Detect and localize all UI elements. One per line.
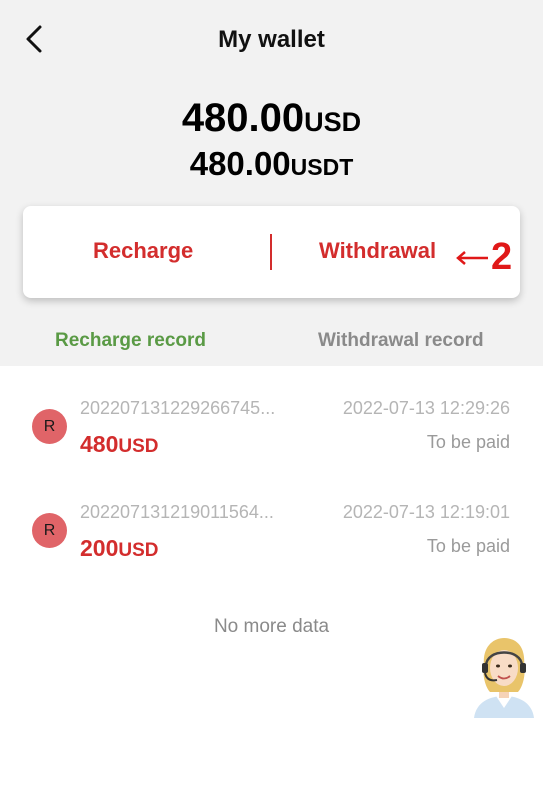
page-title: My wallet bbox=[218, 26, 325, 53]
list-item[interactable]: R 202207131229266745... 480USD 2022-07-1… bbox=[0, 390, 543, 486]
balance-secondary-amount: 480.00 bbox=[189, 145, 291, 182]
withdrawal-button[interactable]: Withdrawal bbox=[319, 238, 436, 264]
record-amount-value: 200 bbox=[80, 535, 119, 561]
balance-primary-currency: USD bbox=[304, 107, 362, 137]
record-amount: 200USD bbox=[80, 535, 159, 562]
record-status: To be paid bbox=[426, 432, 510, 452]
customer-service-button[interactable] bbox=[470, 636, 538, 718]
tab-withdrawal-record[interactable]: Withdrawal record bbox=[318, 330, 484, 352]
wallet-header-area bbox=[0, 0, 543, 366]
record-badge: R bbox=[32, 409, 67, 444]
no-more-data-label: No more data bbox=[213, 616, 330, 637]
record-badge: R bbox=[32, 513, 67, 548]
record-amount-currency: USD bbox=[118, 540, 159, 561]
annotation-number: 2 bbox=[491, 236, 513, 278]
record-time: 2022-07-13 12:19:01 bbox=[342, 502, 510, 522]
balance-primary: 480.00USD bbox=[0, 96, 543, 141]
record-id: 202207131219011564... bbox=[80, 502, 274, 522]
record-amount: 480USD bbox=[80, 431, 159, 458]
balance-primary-amount: 480.00 bbox=[181, 96, 305, 140]
balance-secondary: 480.00USDT bbox=[0, 145, 543, 183]
annotation-marker: 2 bbox=[455, 236, 512, 279]
customer-service-agent-icon bbox=[474, 638, 534, 718]
list-item[interactable]: R 202207131219011564... 200USD 2022-07-1… bbox=[0, 494, 543, 590]
recharge-button[interactable]: Recharge bbox=[93, 238, 193, 264]
arrow-left-icon bbox=[456, 250, 488, 265]
balance-secondary-currency: USDT bbox=[290, 154, 354, 180]
actions-divider bbox=[270, 234, 272, 270]
record-amount-value: 480 bbox=[80, 431, 119, 457]
record-id: 202207131229266745... bbox=[80, 398, 276, 418]
record-amount-currency: USD bbox=[118, 436, 159, 457]
record-status: To be paid bbox=[426, 536, 510, 556]
tab-recharge-record[interactable]: Recharge record bbox=[55, 330, 206, 352]
wallet-actions-card: Recharge Withdrawal bbox=[23, 206, 520, 298]
record-time: 2022-07-13 12:29:26 bbox=[342, 398, 510, 418]
